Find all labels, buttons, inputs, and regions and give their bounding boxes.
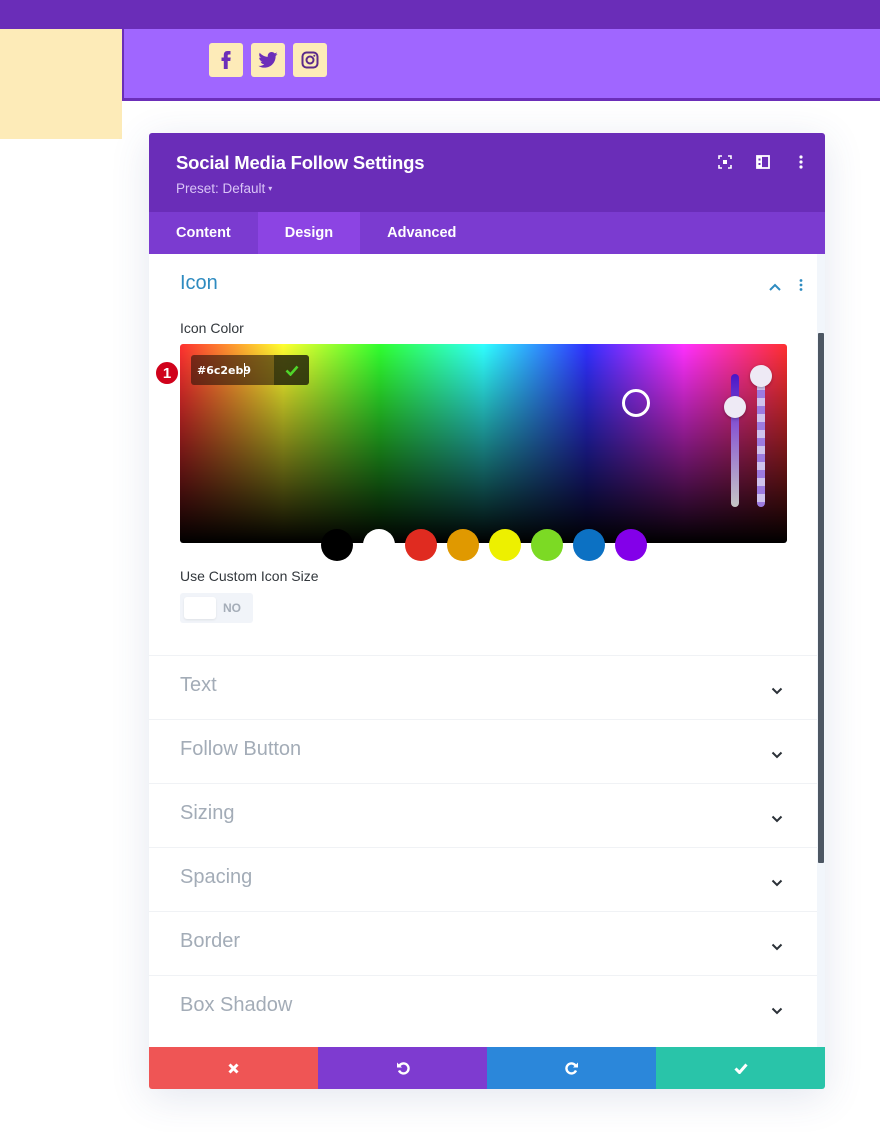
step-badge: 1 [155,361,179,385]
section-options-button[interactable] [799,278,803,296]
chevron-down-icon [771,874,783,892]
modal-content: Icon Icon Color #6c2eb9 Use Custom Icon … [149,254,825,1047]
option-group-title: Border [180,930,241,952]
facebook-button[interactable] [209,43,243,77]
color-swatch[interactable] [489,529,521,561]
option-group-title: Follow Button [180,738,302,760]
option-group-box-shadow[interactable]: Box Shadow [149,975,817,1039]
option-group-border[interactable]: Border [149,911,817,975]
hue-slider-handle[interactable] [724,396,746,418]
color-swatch[interactable] [321,529,353,561]
color-swatches [321,529,647,561]
more-options-icon [799,155,803,169]
section-title-icon[interactable]: Icon [180,272,218,295]
chevron-down-icon [771,1002,783,1020]
option-group-text[interactable]: Text [149,655,817,719]
option-group-follow-button[interactable]: Follow Button [149,719,817,783]
settings-modal: Social Media Follow Settings Preset: Def… [149,133,825,1089]
split-view-icon [756,155,770,169]
color-picker-handle[interactable] [622,389,650,417]
page: Social Media Follow Settings Preset: Def… [0,0,880,1132]
header-actions [717,153,809,171]
chevron-down-icon [771,938,783,956]
icon-color-label: Icon Color [180,320,244,336]
discard-button[interactable] [149,1047,318,1089]
preset-label: Preset: Default [176,181,266,196]
twitter-icon [258,52,278,68]
scrollbar-thumb[interactable] [818,333,824,863]
focus-mode-button[interactable] [717,153,733,171]
option-group-sizing[interactable]: Sizing [149,783,817,847]
text-cursor [244,363,245,377]
check-icon [733,1063,748,1074]
more-options-button[interactable] [793,153,809,171]
undo-button[interactable] [318,1047,487,1089]
option-group-title: Text [180,674,217,696]
modal-footer [149,1047,825,1089]
option-group-title: Spacing [180,866,253,888]
close-icon [228,1062,239,1074]
site-top-bar [0,0,880,29]
modal-title: Social Media Follow Settings [176,152,425,173]
color-swatch[interactable] [447,529,479,561]
undo-icon [396,1062,410,1075]
toggle-state-label: NO [223,601,241,615]
social-icons-preview [209,43,327,77]
facebook-icon [221,51,231,69]
focus-mode-icon [718,155,732,169]
color-swatch[interactable] [615,529,647,561]
hex-color-input[interactable] [191,355,274,385]
hex-input-group [191,355,309,385]
modal-header: Social Media Follow Settings Preset: Def… [149,133,825,212]
option-group-spacing[interactable]: Spacing [149,847,817,911]
yellow-column [0,29,122,139]
modal-tabs: Content Design Advanced [149,212,825,254]
chevron-down-icon [771,810,783,828]
tab-advanced[interactable]: Advanced [360,212,483,254]
opacity-slider-handle[interactable] [750,365,772,387]
color-swatch[interactable] [531,529,563,561]
custom-icon-size-label: Use Custom Icon Size [180,568,319,584]
option-group-title: Sizing [180,802,235,824]
color-picker-saturation-area[interactable] [180,344,787,543]
custom-icon-size-toggle[interactable]: NO [180,593,253,623]
color-swatch[interactable] [573,529,605,561]
caret-down-icon: ▾ [268,184,273,193]
split-view-button[interactable] [755,153,771,171]
apply-color-button[interactable] [274,355,309,385]
save-button[interactable] [656,1047,825,1089]
opacity-slider[interactable] [757,374,765,507]
color-swatch[interactable] [363,529,395,561]
chevron-down-icon [771,746,783,764]
tab-design[interactable]: Design [257,212,361,254]
tab-content[interactable]: Content [149,212,258,254]
redo-button[interactable] [487,1047,656,1089]
chevron-down-icon [771,682,783,700]
toggle-knob [184,597,216,619]
instagram-icon [301,51,319,69]
color-swatch[interactable] [405,529,437,561]
twitter-button[interactable] [251,43,285,77]
preset-dropdown[interactable]: Preset: Default ▾ [176,181,272,196]
collapse-section-button[interactable] [769,278,781,296]
hue-slider[interactable] [731,374,739,507]
check-icon [285,365,298,376]
instagram-button[interactable] [293,43,327,77]
chevron-up-icon [769,283,781,291]
redo-icon [564,1062,578,1075]
option-group-title: Box Shadow [180,994,293,1016]
more-options-icon [799,279,803,291]
